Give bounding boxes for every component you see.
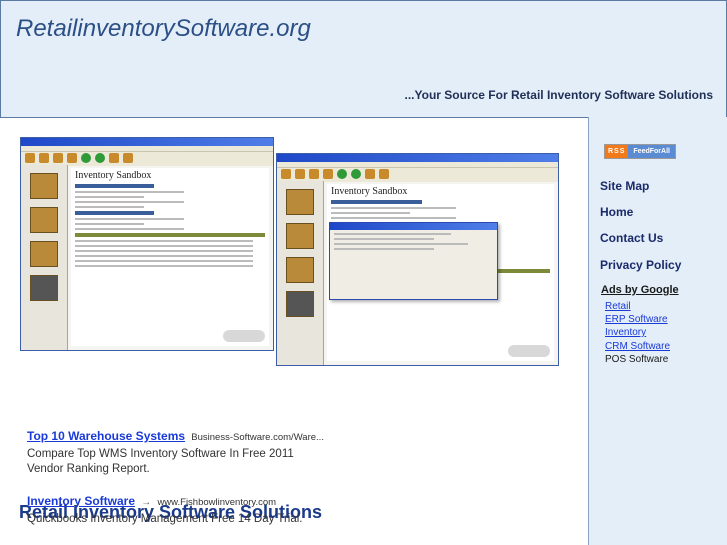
ad-title-link[interactable]: Top 10 Warehouse Systems [27, 429, 185, 443]
watermark-badge [223, 330, 265, 342]
ad-item: Inventory Software → www.Fishbowlinvento… [27, 494, 577, 527]
sandbox-heading: Inventory Sandbox [331, 186, 408, 197]
feed-label: FeedForAll [628, 145, 675, 158]
ad-link-pos-software[interactable]: POS Software [605, 354, 668, 365]
window-sidebar [277, 181, 324, 365]
window-toolbar [277, 168, 558, 182]
ad-link-retail[interactable]: Retail [605, 301, 631, 312]
nav-contact-us[interactable]: Contact Us [600, 231, 663, 245]
tagline: ...Your Source For Retail Inventory Soft… [404, 88, 714, 102]
nav-site-map[interactable]: Site Map [600, 179, 649, 193]
ad-description: Compare Top WMS Inventory Software In Fr… [27, 448, 294, 475]
sidebar: RSS FeedForAll Site Map Home Contact Us … [588, 117, 727, 545]
nav-home[interactable]: Home [600, 205, 633, 219]
nav-privacy-policy[interactable]: Privacy Policy [600, 258, 681, 272]
watermark-badge [508, 345, 550, 357]
window-sidebar [21, 165, 68, 350]
ad-description: Quickbooks Inventory Management Free 14 … [27, 513, 303, 525]
ad-url: www.Fishbowlinventory.com [157, 497, 277, 508]
window-toolbar [21, 152, 273, 166]
site-header: RetailinventorySoftware.org ...Your Sour… [0, 0, 727, 118]
main-content: Inventory Sandbox Inventory Sandbox Reta… [0, 118, 588, 545]
software-screenshot-left: Inventory Sandbox [20, 137, 274, 351]
sandbox-heading: Inventory Sandbox [75, 170, 152, 181]
ad-title-link[interactable]: Inventory Software [27, 494, 135, 508]
rss-feed-badge[interactable]: RSS FeedForAll [604, 144, 676, 159]
arrow-icon: → [141, 497, 152, 508]
ad-item: Top 10 Warehouse Systems Business-Softwa… [27, 429, 577, 477]
window-content: Inventory Sandbox [71, 168, 269, 346]
rss-label: RSS [605, 145, 629, 158]
ads-by-google-link[interactable]: Ads by Google [601, 284, 679, 296]
window-titlebar [277, 154, 558, 162]
ad-url: Business-Software.com/Ware... [191, 432, 324, 443]
software-screenshot-right: Inventory Sandbox [276, 153, 559, 366]
window-titlebar [21, 138, 273, 146]
site-title[interactable]: RetailinventorySoftware.org [16, 15, 311, 43]
ad-link-inventory[interactable]: Inventory [605, 327, 646, 338]
dialog-window [329, 222, 498, 300]
ad-link-erp-software[interactable]: ERP Software [605, 314, 668, 325]
ad-link-crm-software[interactable]: CRM Software [605, 341, 670, 352]
